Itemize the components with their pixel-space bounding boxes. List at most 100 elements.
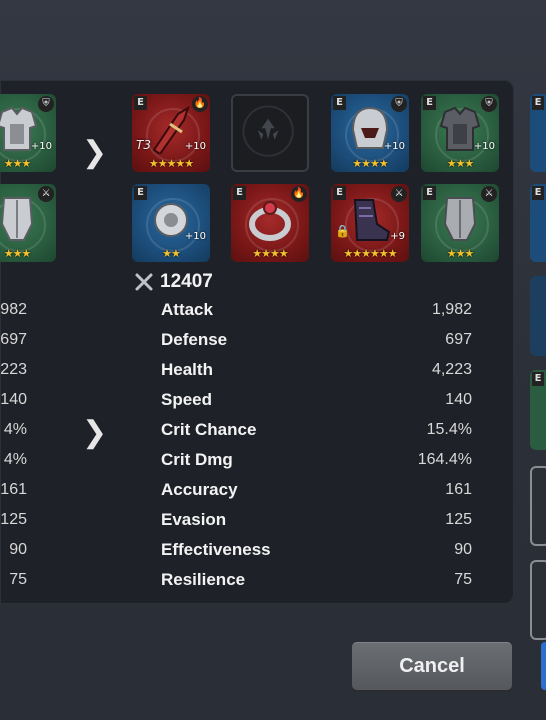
current-stat-value: 697 bbox=[0, 331, 27, 348]
stat-value: 15.4% bbox=[426, 421, 472, 438]
sword-icon: ⚔ bbox=[38, 186, 54, 202]
grade-badge: E bbox=[532, 372, 544, 386]
current-stat-value: 4% bbox=[3, 451, 27, 468]
stat-label: Crit Chance bbox=[161, 420, 257, 439]
grade-badge: E bbox=[333, 96, 346, 110]
ring-slot[interactable]: E 🔥 ★★★★ bbox=[231, 184, 309, 262]
stat-row-crit-dmg: 4% Crit Dmg 164.4% bbox=[0, 445, 514, 475]
boots-slot[interactable]: E ⚔ 🔒 +9 ★★★★★★ bbox=[331, 184, 409, 262]
helmet-slot[interactable]: E ⛨ +10 ★★★★ bbox=[331, 94, 409, 172]
stat-label: Crit Dmg bbox=[161, 450, 233, 469]
ring-icon bbox=[249, 201, 291, 241]
star-rating: ★★★★ bbox=[252, 247, 288, 260]
boots-icon bbox=[353, 199, 391, 241]
current-stat-value: 90 bbox=[9, 541, 27, 558]
greaves-slot[interactable]: E ⚔ ★★★ bbox=[421, 184, 499, 262]
enhance-level: +9 bbox=[390, 231, 405, 242]
empty-artifact-slot[interactable] bbox=[231, 94, 309, 172]
grade-badge: E bbox=[532, 96, 544, 110]
current-stat-value: 982 bbox=[0, 301, 27, 318]
stat-row-attack: 982 Attack 1,982 bbox=[0, 295, 514, 325]
stat-row-effectiveness: 90 Effectiveness 90 bbox=[0, 535, 514, 565]
enhance-level: +10 bbox=[473, 141, 495, 152]
star-rating: ★★★★★ bbox=[148, 157, 194, 170]
grade-badge: E bbox=[333, 186, 346, 200]
current-stat-value: 4% bbox=[3, 421, 27, 438]
star-rating: ★★★ bbox=[446, 247, 475, 260]
right-gear-card[interactable] bbox=[530, 276, 546, 356]
current-greaves-slot[interactable]: ⚔ ★★★ bbox=[0, 184, 56, 262]
armor-slot[interactable]: E ⛨ +10 ★★★ bbox=[421, 94, 499, 172]
necklace-slot[interactable]: E +10 ★★ bbox=[132, 184, 210, 262]
sword-icon: ⚔ bbox=[391, 186, 407, 202]
star-rating: ★★★ bbox=[3, 247, 32, 260]
stat-value: 140 bbox=[445, 391, 472, 408]
weapon-slot[interactable]: E 🔥 T3 +10 ★★★★★ bbox=[132, 94, 210, 172]
enhance-level: +10 bbox=[184, 141, 206, 152]
tier-label: T3 bbox=[136, 138, 151, 152]
stat-label: Accuracy bbox=[161, 480, 238, 499]
current-stat-value: 161 bbox=[0, 481, 27, 498]
grade-badge: E bbox=[134, 96, 147, 110]
enhance-level: +10 bbox=[383, 141, 405, 152]
stat-value: 1,982 bbox=[431, 301, 472, 318]
star-rating: ★★★★ bbox=[352, 157, 388, 170]
stat-value: 90 bbox=[454, 541, 472, 558]
enhance-level: +10 bbox=[184, 231, 206, 242]
shield-icon: ⛨ bbox=[391, 96, 407, 112]
stat-value: 75 bbox=[454, 571, 472, 588]
stat-row-health: 223 Health 4,223 bbox=[0, 355, 514, 385]
right-gear-card[interactable]: E bbox=[530, 370, 546, 450]
fire-icon: 🔥 bbox=[192, 96, 208, 112]
current-stat-value: 125 bbox=[0, 511, 27, 528]
shield-icon: ⛨ bbox=[38, 96, 54, 112]
artifact-icon bbox=[242, 105, 294, 157]
enhance-level: +10 bbox=[30, 141, 52, 152]
star-rating: ★★★ bbox=[446, 157, 475, 170]
shield-icon: ⛨ bbox=[481, 96, 497, 112]
current-stat-value: 223 bbox=[0, 361, 27, 378]
stat-row-resilience: 75 Resilience 75 bbox=[0, 565, 514, 595]
grade-badge: E bbox=[423, 186, 436, 200]
right-gear-card[interactable]: E bbox=[530, 94, 546, 172]
stat-value: 164.4% bbox=[417, 451, 472, 468]
fire-icon: 🔥 bbox=[291, 186, 307, 202]
star-rating: ★★★ bbox=[3, 157, 32, 170]
power-value: 12407 bbox=[160, 271, 213, 292]
lock-icon: 🔒 bbox=[335, 224, 350, 238]
cancel-button[interactable]: Cancel bbox=[352, 642, 512, 690]
grade-badge: E bbox=[532, 186, 544, 200]
confirm-button-edge[interactable] bbox=[541, 642, 546, 690]
stat-row-crit-chance: 4% Crit Chance 15.4% bbox=[0, 415, 514, 445]
stat-label: Defense bbox=[161, 330, 228, 349]
stat-value: 125 bbox=[445, 511, 472, 528]
crossed-swords-icon bbox=[135, 273, 153, 291]
combat-power: 12407 bbox=[134, 270, 213, 294]
grade-badge: E bbox=[423, 96, 436, 110]
stat-label: Speed bbox=[161, 390, 213, 409]
current-armor-slot[interactable]: ⛨ +10 ★★★ bbox=[0, 94, 56, 172]
stat-label: Health bbox=[161, 360, 213, 379]
stat-row-defense: 697 Defense 697 bbox=[0, 325, 514, 355]
chevron-right-icon: ❯ bbox=[82, 135, 108, 170]
greaves-icon bbox=[443, 197, 477, 241]
star-rating: ★★★★★★ bbox=[343, 247, 397, 260]
right-slot-outline[interactable] bbox=[530, 560, 546, 640]
grade-badge: E bbox=[134, 186, 147, 200]
grade-badge: E bbox=[233, 186, 246, 200]
right-slot-outline[interactable] bbox=[530, 466, 546, 546]
stat-value: 4,223 bbox=[431, 361, 472, 378]
right-gear-card[interactable]: E bbox=[530, 184, 546, 262]
stat-row-evasion: 125 Evasion 125 bbox=[0, 505, 514, 535]
star-rating: ★★ bbox=[162, 247, 181, 260]
stat-label: Attack bbox=[161, 300, 213, 319]
gear-compare-panel: ⛨ +10 ★★★ ⚔ ★★★ ❯ ❯ E 🔥 T3 +10 ★★★★★ E ⛨… bbox=[0, 80, 514, 604]
current-stat-value: 140 bbox=[0, 391, 27, 408]
stat-value: 161 bbox=[445, 481, 472, 498]
greaves-icon bbox=[0, 197, 34, 241]
stat-row-accuracy: 161 Accuracy 161 bbox=[0, 475, 514, 505]
sword-icon: ⚔ bbox=[481, 186, 497, 202]
current-stat-value: 75 bbox=[9, 571, 27, 588]
stat-label: Effectiveness bbox=[161, 540, 271, 559]
stat-label: Evasion bbox=[161, 510, 227, 529]
